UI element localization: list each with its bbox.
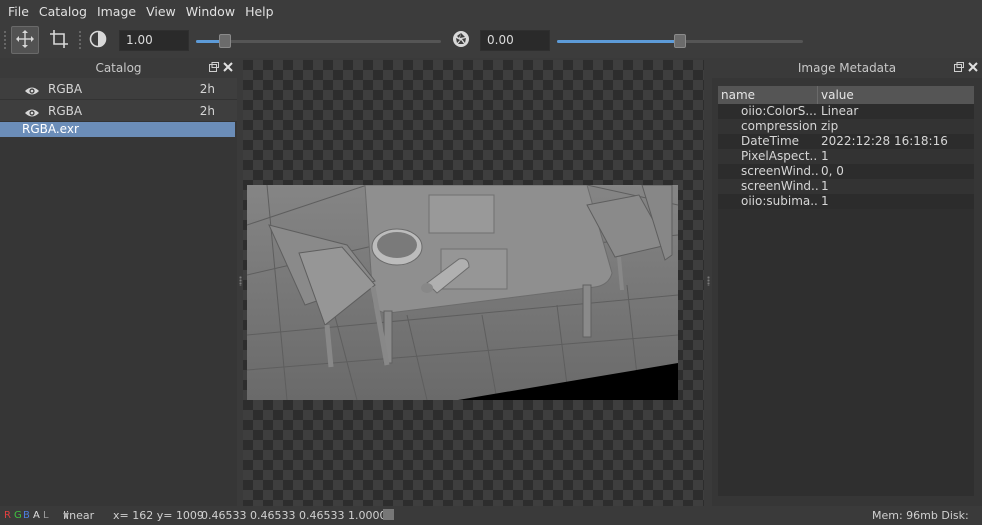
channel-g[interactable]: G xyxy=(14,506,22,525)
metadata-title: Image Metadata xyxy=(797,61,897,75)
catalog-header: Catalog xyxy=(0,58,237,78)
pixel-coords: x= 162 y= 1009 xyxy=(113,509,204,522)
channel-a[interactable]: A xyxy=(33,506,40,525)
exposure-slider-handle[interactable] xyxy=(219,34,231,48)
metadata-row[interactable]: oiio:subima... 1 xyxy=(718,194,974,209)
toolbar-grip[interactable] xyxy=(3,30,7,50)
pan-tool-button[interactable] xyxy=(11,26,39,54)
pixel-color-swatch xyxy=(383,509,394,520)
gamma-slider-handle[interactable] xyxy=(674,34,686,48)
crop-icon xyxy=(49,29,69,52)
aperture-icon xyxy=(451,29,471,52)
metadata-key: compression xyxy=(741,119,818,133)
catalog-item-label: RGBA xyxy=(48,104,83,118)
float-panel-icon[interactable] xyxy=(209,58,219,78)
exposure-button[interactable] xyxy=(84,26,112,54)
eye-icon[interactable] xyxy=(24,104,40,126)
close-panel-icon[interactable] xyxy=(223,58,233,78)
menu-file[interactable]: File xyxy=(4,4,33,19)
metadata-value: 1 xyxy=(821,179,829,193)
metadata-key: screenWind... xyxy=(741,179,818,193)
metadata-header: Image Metadata xyxy=(712,58,982,78)
toolbar-grip[interactable] xyxy=(78,30,82,50)
metadata-row[interactable]: compression zip xyxy=(718,119,974,134)
channel-b[interactable]: B xyxy=(23,506,30,525)
exposure-icon xyxy=(88,29,108,52)
gamma-slider-fill xyxy=(557,40,680,43)
metadata-row[interactable]: screenWind... 1 xyxy=(718,179,974,194)
channel-r[interactable]: R xyxy=(4,506,11,525)
menu-help[interactable]: Help xyxy=(241,4,278,19)
chevron-down-icon: ▼ xyxy=(63,511,70,520)
exposure-slider[interactable] xyxy=(196,40,441,43)
menu-window[interactable]: Window xyxy=(182,4,239,19)
menu-bar: File Catalog Image View Window Help xyxy=(0,0,982,22)
metadata-table-header: name value xyxy=(718,86,974,104)
column-header-value[interactable]: value xyxy=(818,86,854,104)
menu-catalog[interactable]: Catalog xyxy=(35,4,91,19)
float-panel-icon[interactable] xyxy=(954,58,964,78)
toolbar: 1.00 0.00 xyxy=(0,22,982,58)
metadata-key: screenWind... xyxy=(741,164,818,178)
catalog-item-label: RGBA xyxy=(48,82,83,96)
metadata-key: PixelAspect... xyxy=(741,149,818,163)
metadata-key: oiio:ColorS... xyxy=(741,104,817,118)
exposure-field[interactable]: 1.00 xyxy=(119,30,189,51)
metadata-row[interactable]: DateTime 2022:12:28 16:18:16 xyxy=(718,134,974,149)
metadata-value: Linear xyxy=(821,104,859,118)
left-splitter-handle[interactable] xyxy=(239,276,242,286)
metadata-table: name value oiio:ColorS... Linear compressi… xyxy=(718,86,974,496)
metadata-row[interactable]: screenWind... 0, 0 xyxy=(718,164,974,179)
catalog-panel: Catalog RGBA 2h RGBA 2h RGBA.exr xyxy=(0,58,237,506)
column-header-name[interactable]: name xyxy=(718,86,818,104)
metadata-panel: Image Metadata name value oiio:ColorS...… xyxy=(712,58,982,506)
metadata-value: 1 xyxy=(821,194,829,208)
metadata-value: 1 xyxy=(821,149,829,163)
metadata-key: DateTime xyxy=(741,134,800,148)
metadata-row[interactable]: oiio:ColorS... Linear xyxy=(718,104,974,119)
catalog-title: Catalog xyxy=(95,61,142,75)
catalog-item[interactable]: RGBA 2h xyxy=(0,100,237,122)
gamma-field[interactable]: 0.00 xyxy=(480,30,550,51)
metadata-key: oiio:subima... xyxy=(741,194,818,208)
channel-l[interactable]: L xyxy=(43,506,49,525)
crop-tool-button[interactable] xyxy=(45,26,73,54)
metadata-row[interactable]: PixelAspect... 1 xyxy=(718,149,974,164)
pixel-values: 0.46533 0.46533 0.46533 1.00000 xyxy=(201,509,394,522)
gamma-button[interactable] xyxy=(447,26,475,54)
menu-image[interactable]: Image xyxy=(93,4,140,19)
metadata-value: zip xyxy=(821,119,839,133)
status-bar: R G B A L linear ▼ x= 162 y= 1009 0.4653… xyxy=(0,506,982,525)
metadata-value: 2022:12:28 16:18:16 xyxy=(821,134,948,148)
rendered-image xyxy=(247,185,678,400)
metadata-value: 0, 0 xyxy=(821,164,844,178)
move-icon xyxy=(15,29,35,52)
catalog-item[interactable]: RGBA 2h xyxy=(0,78,237,100)
right-splitter-handle[interactable] xyxy=(707,276,710,286)
memory-usage: Mem: 96mb Disk: 0mb xyxy=(872,509,969,522)
catalog-item-age: 2h xyxy=(199,104,215,118)
menu-view[interactable]: View xyxy=(142,4,180,19)
close-panel-icon[interactable] xyxy=(968,58,978,78)
catalog-item-age: 2h xyxy=(199,82,215,96)
image-viewer[interactable] xyxy=(243,60,704,506)
